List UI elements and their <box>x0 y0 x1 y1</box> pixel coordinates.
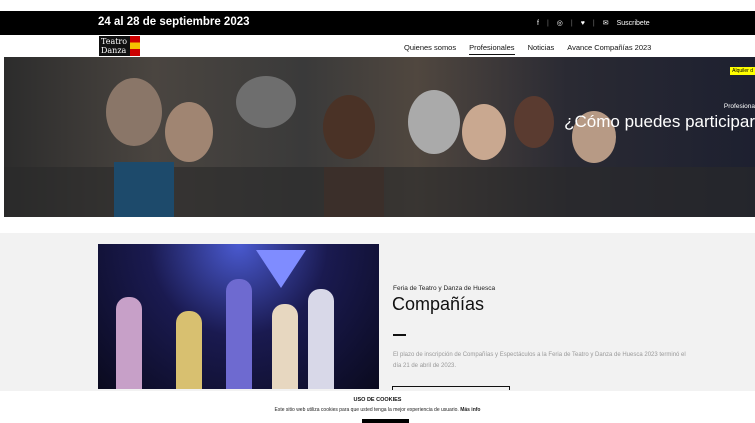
nav-menu: Quienes somos Profesionales Noticias Ava… <box>404 43 651 55</box>
nav-item-noticias[interactable]: Noticias <box>528 43 555 55</box>
dancer-figure <box>272 304 298 389</box>
flag-icon <box>130 36 140 56</box>
nav-item-quienes-somos[interactable]: Quienes somos <box>404 43 456 55</box>
cookie-accept-button[interactable] <box>362 419 409 423</box>
mail-icon[interactable]: ✉ <box>603 19 609 27</box>
dancer-figure <box>116 297 142 389</box>
hero-subtitle: Profesiona <box>723 103 755 110</box>
rental-tag[interactable]: Alquiler d <box>730 67 755 75</box>
audience-photo <box>4 76 755 217</box>
instagram-icon[interactable]: ◎ <box>557 19 563 27</box>
dancer-figure <box>176 311 202 389</box>
festival-dates: 24 al 28 de septiembre 2023 <box>98 16 250 28</box>
top-bar: 24 al 28 de septiembre 2023 f | ◎ | ♥ | ✉ S… <box>0 11 755 35</box>
cookie-text-line: Este sitio web utiliza cookies para que … <box>0 407 755 413</box>
nav-item-profesionales[interactable]: Profesionales <box>469 43 515 55</box>
dancer-figure <box>308 289 334 389</box>
facebook-icon[interactable]: f <box>537 20 539 27</box>
dance-photo <box>98 244 379 389</box>
feature-heading: Compañías <box>392 294 485 314</box>
feature-button[interactable] <box>392 386 510 390</box>
dancer-figure <box>226 279 252 389</box>
subscribe-link[interactable]: Suscribete <box>617 20 650 27</box>
separator: | <box>592 19 595 27</box>
cookie-title: USO DE COOKIES <box>353 397 402 403</box>
cookie-banner: USO DE COOKIES Este sitio web utiliza co… <box>0 391 755 423</box>
stage-triangle <box>256 250 306 288</box>
separator: | <box>570 19 573 27</box>
social-links: f | ◎ | ♥ | ✉ Suscribete <box>537 19 650 28</box>
nav-item-avance[interactable]: Avance Compañías 2023 <box>567 43 651 55</box>
site-logo[interactable]: Teatro Danza <box>99 36 140 56</box>
heading-underline <box>393 334 406 336</box>
feature-kicker: Feria de Teatro y Danza de Huesca <box>393 285 496 292</box>
hero-title: ¿Cómo puedes participar <box>564 112 755 131</box>
twitter-icon[interactable]: ♥ <box>581 20 585 27</box>
hero-banner: Alquiler d Profesiona ¿Cómo puedes parti… <box>4 57 755 217</box>
feature-text: El plazo de inscripción de Compañías y E… <box>393 352 686 369</box>
separator: | <box>546 19 549 27</box>
cookie-more-link[interactable]: Más info <box>460 407 480 413</box>
cookie-text: Este sitio web utiliza cookies para que … <box>274 407 459 413</box>
